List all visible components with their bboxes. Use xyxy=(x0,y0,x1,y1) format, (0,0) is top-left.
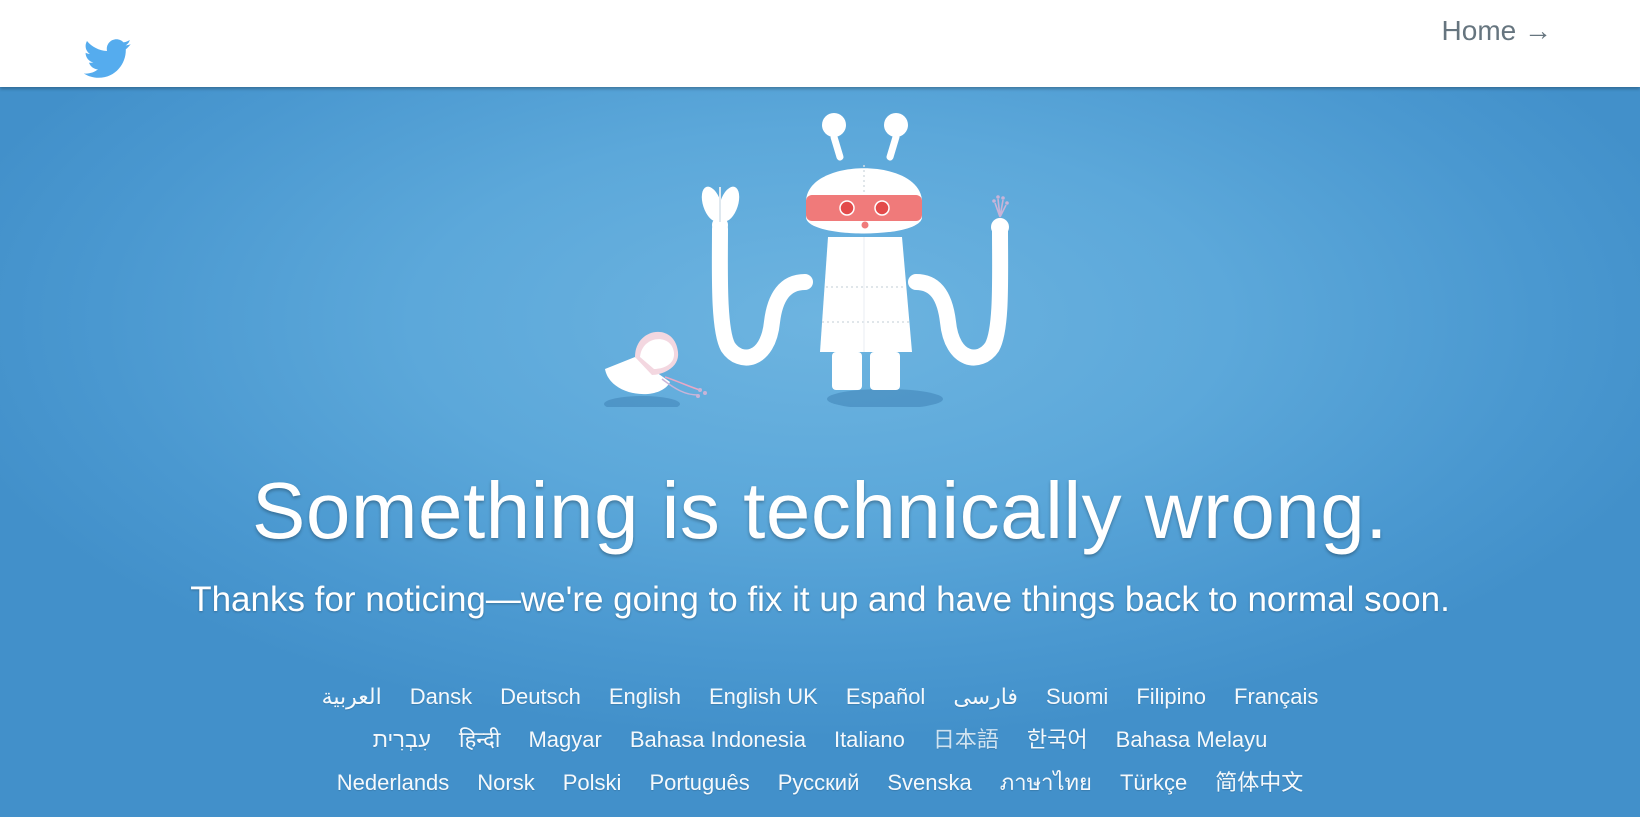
top-navigation-bar: Home → xyxy=(0,0,1640,87)
language-link[interactable]: English UK xyxy=(709,675,818,718)
wire-hand xyxy=(991,195,1009,236)
left-antenna xyxy=(830,133,844,161)
language-link[interactable]: Dansk xyxy=(410,675,472,718)
language-row: עִבְרִית हिन्दी Magyar Bahasa Indonesia … xyxy=(0,718,1640,761)
head-shadow xyxy=(604,396,680,407)
language-link[interactable]: Norsk xyxy=(477,761,534,804)
robot-visor xyxy=(806,195,922,221)
left-arm xyxy=(711,221,813,366)
twitter-logo[interactable] xyxy=(83,39,132,81)
language-row: العربية Dansk Deutsch English English UK… xyxy=(0,675,1640,718)
language-link[interactable]: Deutsch xyxy=(500,675,581,718)
language-link[interactable]: Français xyxy=(1234,675,1318,718)
right-leg xyxy=(870,352,900,390)
nose xyxy=(861,221,869,229)
home-link[interactable]: Home → xyxy=(1442,15,1552,47)
language-link[interactable]: Türkçe xyxy=(1120,761,1187,804)
language-link[interactable]: हिन्दी xyxy=(459,718,501,761)
language-link-current[interactable]: 日本語 xyxy=(933,718,999,761)
language-link[interactable]: Nederlands xyxy=(337,761,450,804)
language-link[interactable]: Bahasa Indonesia xyxy=(630,718,806,761)
error-hero: Something is technically wrong. Thanks f… xyxy=(0,87,1640,817)
twitter-bird-icon xyxy=(83,39,132,78)
language-selector: العربية Dansk Deutsch English English UK… xyxy=(0,675,1640,804)
language-link[interactable]: Suomi xyxy=(1046,675,1108,718)
language-link[interactable]: فارسی xyxy=(953,675,1018,718)
language-link[interactable]: Italiano xyxy=(834,718,905,761)
language-link[interactable]: Magyar xyxy=(528,718,601,761)
robot-body xyxy=(820,237,912,352)
language-link[interactable]: 简体中文 xyxy=(1215,761,1303,804)
language-link[interactable]: Español xyxy=(846,675,926,718)
left-leg xyxy=(832,352,862,390)
right-eye xyxy=(874,200,890,216)
language-link[interactable]: עִבְרִית xyxy=(373,718,431,761)
left-eye xyxy=(839,200,855,216)
error-subhead: Thanks for noticing—we're going to fix i… xyxy=(190,580,1450,619)
language-link[interactable]: Bahasa Melayu xyxy=(1116,718,1268,761)
error-headline: Something is technically wrong. xyxy=(251,466,1389,555)
broken-robot-illustration xyxy=(604,113,1009,407)
right-antenna xyxy=(886,133,900,161)
fallen-robot-head xyxy=(605,331,707,398)
language-link[interactable]: Svenska xyxy=(887,761,971,804)
language-link[interactable]: Русский xyxy=(778,761,860,804)
language-link[interactable]: العربية xyxy=(322,675,382,718)
language-link[interactable]: ภาษาไทย xyxy=(1000,761,1092,804)
right-arm xyxy=(908,221,1009,366)
language-link[interactable]: 한국어 xyxy=(1027,718,1088,761)
language-link[interactable]: Polski xyxy=(563,761,622,804)
language-row: Nederlands Norsk Polski Português Русски… xyxy=(0,761,1640,804)
scissors-hand xyxy=(701,186,740,233)
language-link[interactable]: Filipino xyxy=(1136,675,1206,718)
robot-shadow xyxy=(827,389,943,407)
language-link[interactable]: English xyxy=(609,675,681,718)
language-link[interactable]: Português xyxy=(649,761,749,804)
